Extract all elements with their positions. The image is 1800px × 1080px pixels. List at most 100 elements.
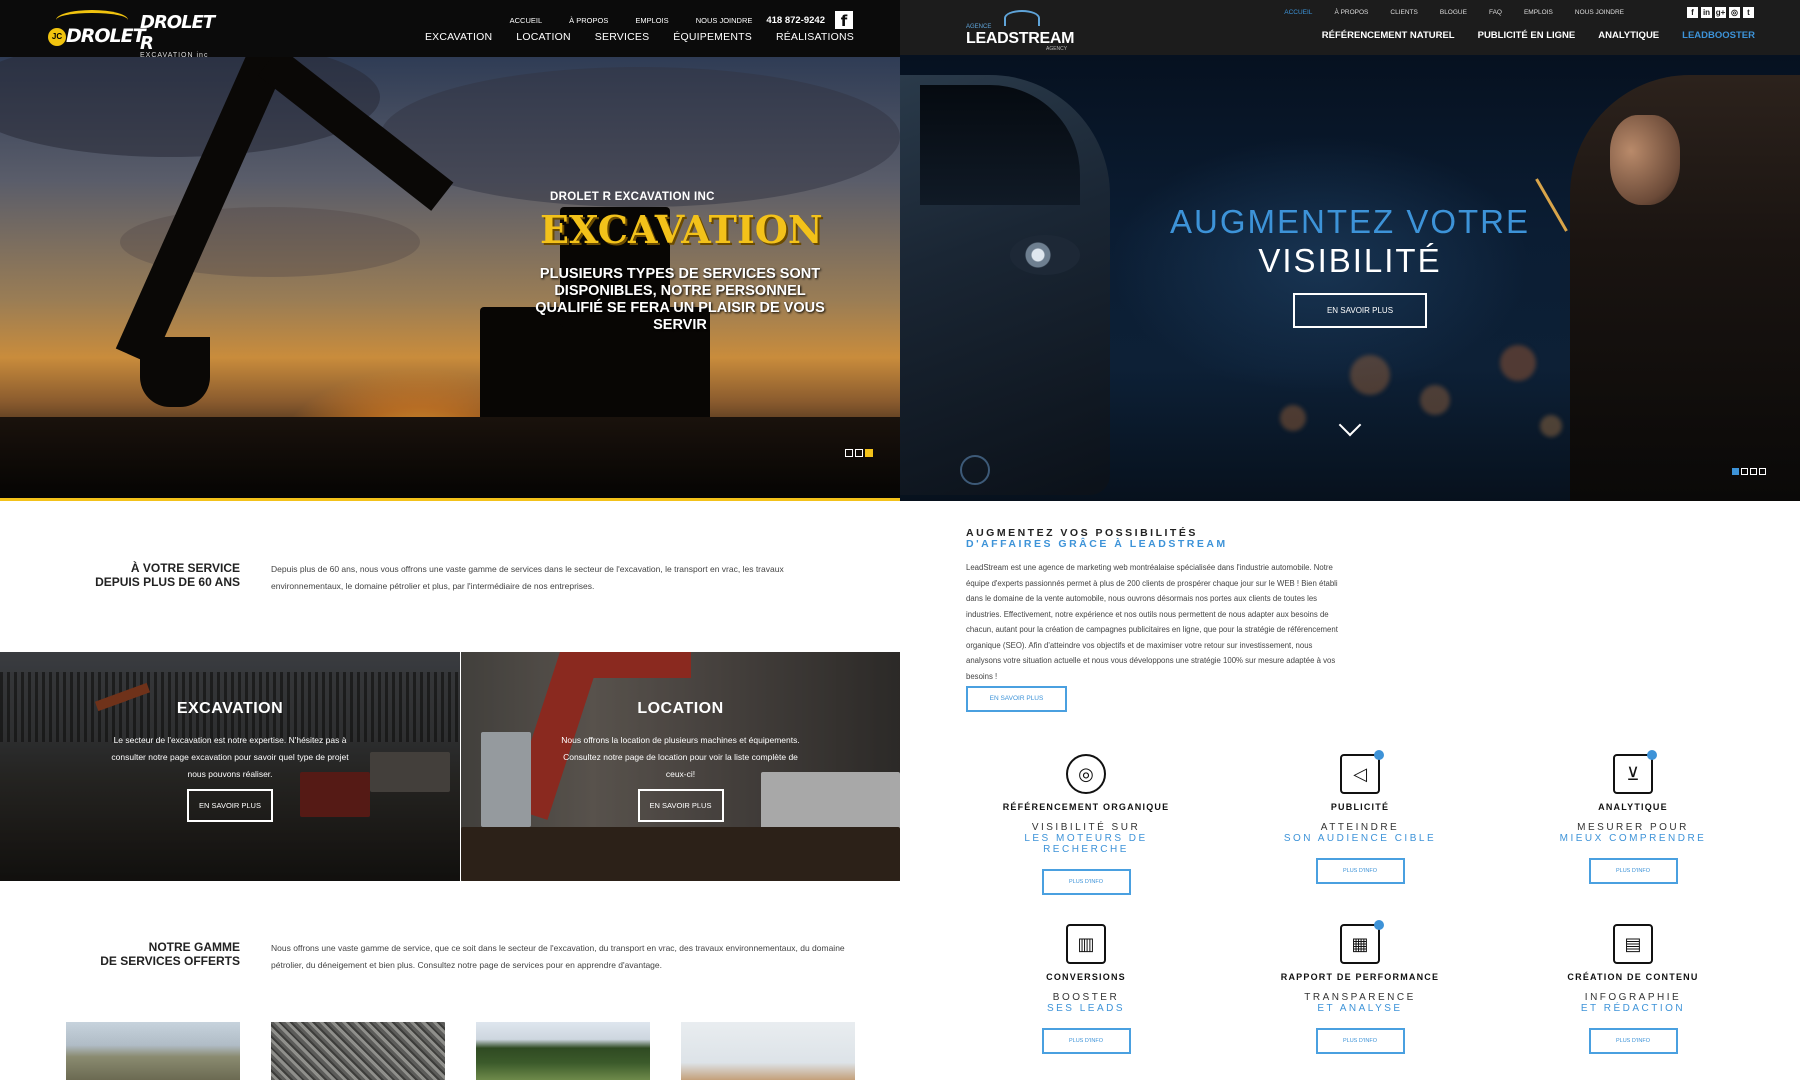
slider-dot[interactable] <box>1750 468 1757 475</box>
leadstream-top-nav: ACCUEIL À PROPOS CLIENTS BLOGUE FAQ EMPL… <box>1262 9 1624 16</box>
phone-number[interactable]: 418 872-9242 <box>766 15 825 26</box>
nav-analytique[interactable]: ANALYTIQUE <box>1598 30 1659 41</box>
slider-dot-active[interactable] <box>865 449 873 457</box>
service-line1: ATTEINDRE <box>1320 822 1400 833</box>
logo-badge: JC <box>48 28 66 46</box>
hero-headline: EXCAVATION <box>540 207 823 252</box>
service-info-button[interactable]: PLUS D'INFO <box>1315 1028 1405 1054</box>
target-icon: ◎ <box>1066 754 1106 794</box>
top-nav-emplois[interactable]: EMPLOIS <box>1524 9 1553 16</box>
top-nav-nous-joindre[interactable]: NOUS JOINDRE <box>696 16 753 25</box>
slider-dot[interactable] <box>1759 468 1766 475</box>
intro-heading-line2: DEPUIS PLUS DE 60 ANS <box>95 575 240 589</box>
icon-accent <box>1647 750 1657 760</box>
slider-dot[interactable] <box>1741 468 1748 475</box>
service-thumbnail[interactable] <box>476 1022 650 1080</box>
top-nav-a-propos[interactable]: À PROPOS <box>569 16 608 25</box>
about-more-button[interactable]: EN SAVOIR PLUS <box>966 686 1067 712</box>
drolet-main-nav: EXCAVATION LOCATION SERVICES ÉQUIPEMENTS… <box>401 31 854 43</box>
instagram-icon[interactable]: ◎ <box>1729 7 1740 18</box>
tile-text: Le secteur de l'excavation est notre exp… <box>111 735 349 779</box>
presentation-chart-icon: ▥ <box>1066 924 1106 964</box>
top-nav-emplois[interactable]: EMPLOIS <box>635 16 668 25</box>
top-nav-clients[interactable]: CLIENTS <box>1390 9 1417 16</box>
service-card-conversions: ▥ CONVERSIONS BOOSTER SES LEADS PLUS D'I… <box>986 924 1186 1054</box>
about-kicker-line2: D'AFFAIRES GRÂCE À LEADSTREAM <box>966 538 1228 550</box>
service-info-button[interactable]: PLUS D'INFO <box>1041 869 1131 895</box>
excavation-more-button[interactable]: EN SAVOIR PLUS <box>187 789 273 822</box>
drolet-website: JC DROLET DROLET R EXCAVATION inc ACCUEI… <box>0 0 900 1080</box>
hero-bokeh <box>1420 385 1450 415</box>
top-nav-a-propos[interactable]: À PROPOS <box>1334 9 1368 16</box>
service-line2: SON AUDIENCE CIBLE <box>1283 833 1437 844</box>
slider-dot-active[interactable] <box>1732 468 1739 475</box>
chevron-down-icon[interactable] <box>1338 413 1362 437</box>
leadstream-website: AGENCE LEADSTREAM AGENCY ACCUEIL À PROPO… <box>900 0 1800 1080</box>
intro-heading: À VOTRE SERVICE DEPUIS PLUS DE 60 ANS <box>80 561 240 589</box>
nav-leadbooster[interactable]: LEADBOOSTER <box>1682 30 1755 41</box>
linkedin-icon[interactable]: in <box>1701 7 1712 18</box>
nav-realisations[interactable]: RÉALISATIONS <box>776 31 854 43</box>
top-nav-faq[interactable]: FAQ <box>1489 9 1502 16</box>
service-line1: INFOGRAPHIE <box>1584 992 1682 1003</box>
hero-bokeh <box>1350 355 1390 395</box>
slider-dot[interactable] <box>855 449 863 457</box>
nav-equipements[interactable]: ÉQUIPEMENTS <box>673 31 752 43</box>
slider-dot[interactable] <box>845 449 853 457</box>
service-card-rapport: ▦ RAPPORT DE PERFORMANCE TRANSPARENCE ET… <box>1260 920 1460 1054</box>
tile-title: EXCAVATION <box>176 700 284 717</box>
location-more-button[interactable]: EN SAVOIR PLUS <box>637 789 724 822</box>
leadstream-header: AGENCE LEADSTREAM AGENCY ACCUEIL À PROPO… <box>900 0 1800 55</box>
service-line2: SES LEADS <box>1046 1003 1126 1014</box>
excavation-tile[interactable]: EXCAVATION Le secteur de l'excavation es… <box>0 652 460 881</box>
nav-location[interactable]: LOCATION <box>516 31 571 43</box>
service-info-button[interactable]: PLUS D'INFO <box>1041 1028 1131 1054</box>
tile-title: LOCATION <box>637 700 724 717</box>
service-card-contenu: ▤ CRÉATION DE CONTENU INFOGRAPHIE ET RÉD… <box>1533 924 1733 1054</box>
top-nav-nous-joindre[interactable]: NOUS JOINDRE <box>1575 9 1624 16</box>
hero-body: PLUSIEURS TYPES DE SERVICES SONT DISPONI… <box>535 266 825 333</box>
leadstream-logo[interactable]: AGENCE LEADSTREAM AGENCY <box>966 10 1076 52</box>
nav-publicite-en-ligne[interactable]: PUBLICITÉ EN LIGNE <box>1478 30 1576 41</box>
top-nav-blogue[interactable]: BLOGUE <box>1440 9 1467 16</box>
nav-services[interactable]: SERVICES <box>595 31 650 43</box>
service-info-button[interactable]: PLUS D'INFO <box>1588 858 1678 884</box>
accent-divider <box>0 498 900 501</box>
service-thumbnail[interactable] <box>271 1022 445 1080</box>
cart-icon: ⊻ <box>1613 750 1657 794</box>
service-info-button[interactable]: PLUS D'INFO <box>1315 858 1405 884</box>
icon-accent <box>1374 920 1384 930</box>
leadstream-main-nav: RÉFÉRENCEMENT NATUREL PUBLICITÉ EN LIGNE… <box>1299 30 1755 41</box>
megaphone-icon: ◁ <box>1340 750 1384 794</box>
drolet-hero-slider: DROLET R EXCAVATION INC EXCAVATION PLUSI… <box>0 57 900 499</box>
location-tile[interactable]: LOCATION Nous offrons la location de plu… <box>461 652 900 881</box>
facebook-icon[interactable]: f <box>835 11 853 30</box>
icon-accent <box>1374 750 1384 760</box>
nav-excavation[interactable]: EXCAVATION <box>425 31 492 43</box>
facebook-icon[interactable]: f <box>1687 7 1698 18</box>
nav-referencement-naturel[interactable]: RÉFÉRENCEMENT NATUREL <box>1322 30 1455 41</box>
service-line2: MIEUX COMPRENDRE <box>1559 833 1707 844</box>
service-thumbnail[interactable] <box>66 1022 240 1080</box>
car-windshield <box>920 85 1080 205</box>
top-nav-accueil[interactable]: ACCUEIL <box>1284 9 1312 16</box>
google-plus-icon[interactable]: g+ <box>1715 7 1726 18</box>
service-line1: TRANSPARENCE <box>1304 992 1416 1003</box>
hero-bokeh <box>1540 415 1562 437</box>
slider-dots <box>1732 468 1766 475</box>
gamme-heading-line1: NOTRE GAMME <box>148 940 240 954</box>
service-info-button[interactable]: PLUS D'INFO <box>1588 1028 1678 1054</box>
hero-more-button[interactable]: EN SAVOIR PLUS <box>1293 293 1427 328</box>
service-title: CRÉATION DE CONTENU <box>1567 972 1699 982</box>
service-thumbnail[interactable] <box>681 1022 855 1080</box>
drolet-r-logo[interactable]: DROLET R EXCAVATION inc <box>140 12 215 59</box>
drolet-logo[interactable]: JC DROLET <box>48 10 146 47</box>
person-face <box>1610 115 1680 205</box>
hero-kicker: DROLET R EXCAVATION INC <box>550 191 715 203</box>
hero-caption: DROLET R EXCAVATION INC EXCAVATION PLUSI… <box>0 57 900 499</box>
service-line1: VISIBILITÉ SUR <box>1031 822 1141 833</box>
top-nav-accueil[interactable]: ACCUEIL <box>510 16 543 25</box>
twitter-icon[interactable]: t <box>1743 7 1754 18</box>
service-title: CONVERSIONS <box>1046 972 1126 982</box>
service-title: ANALYTIQUE <box>1598 802 1668 812</box>
